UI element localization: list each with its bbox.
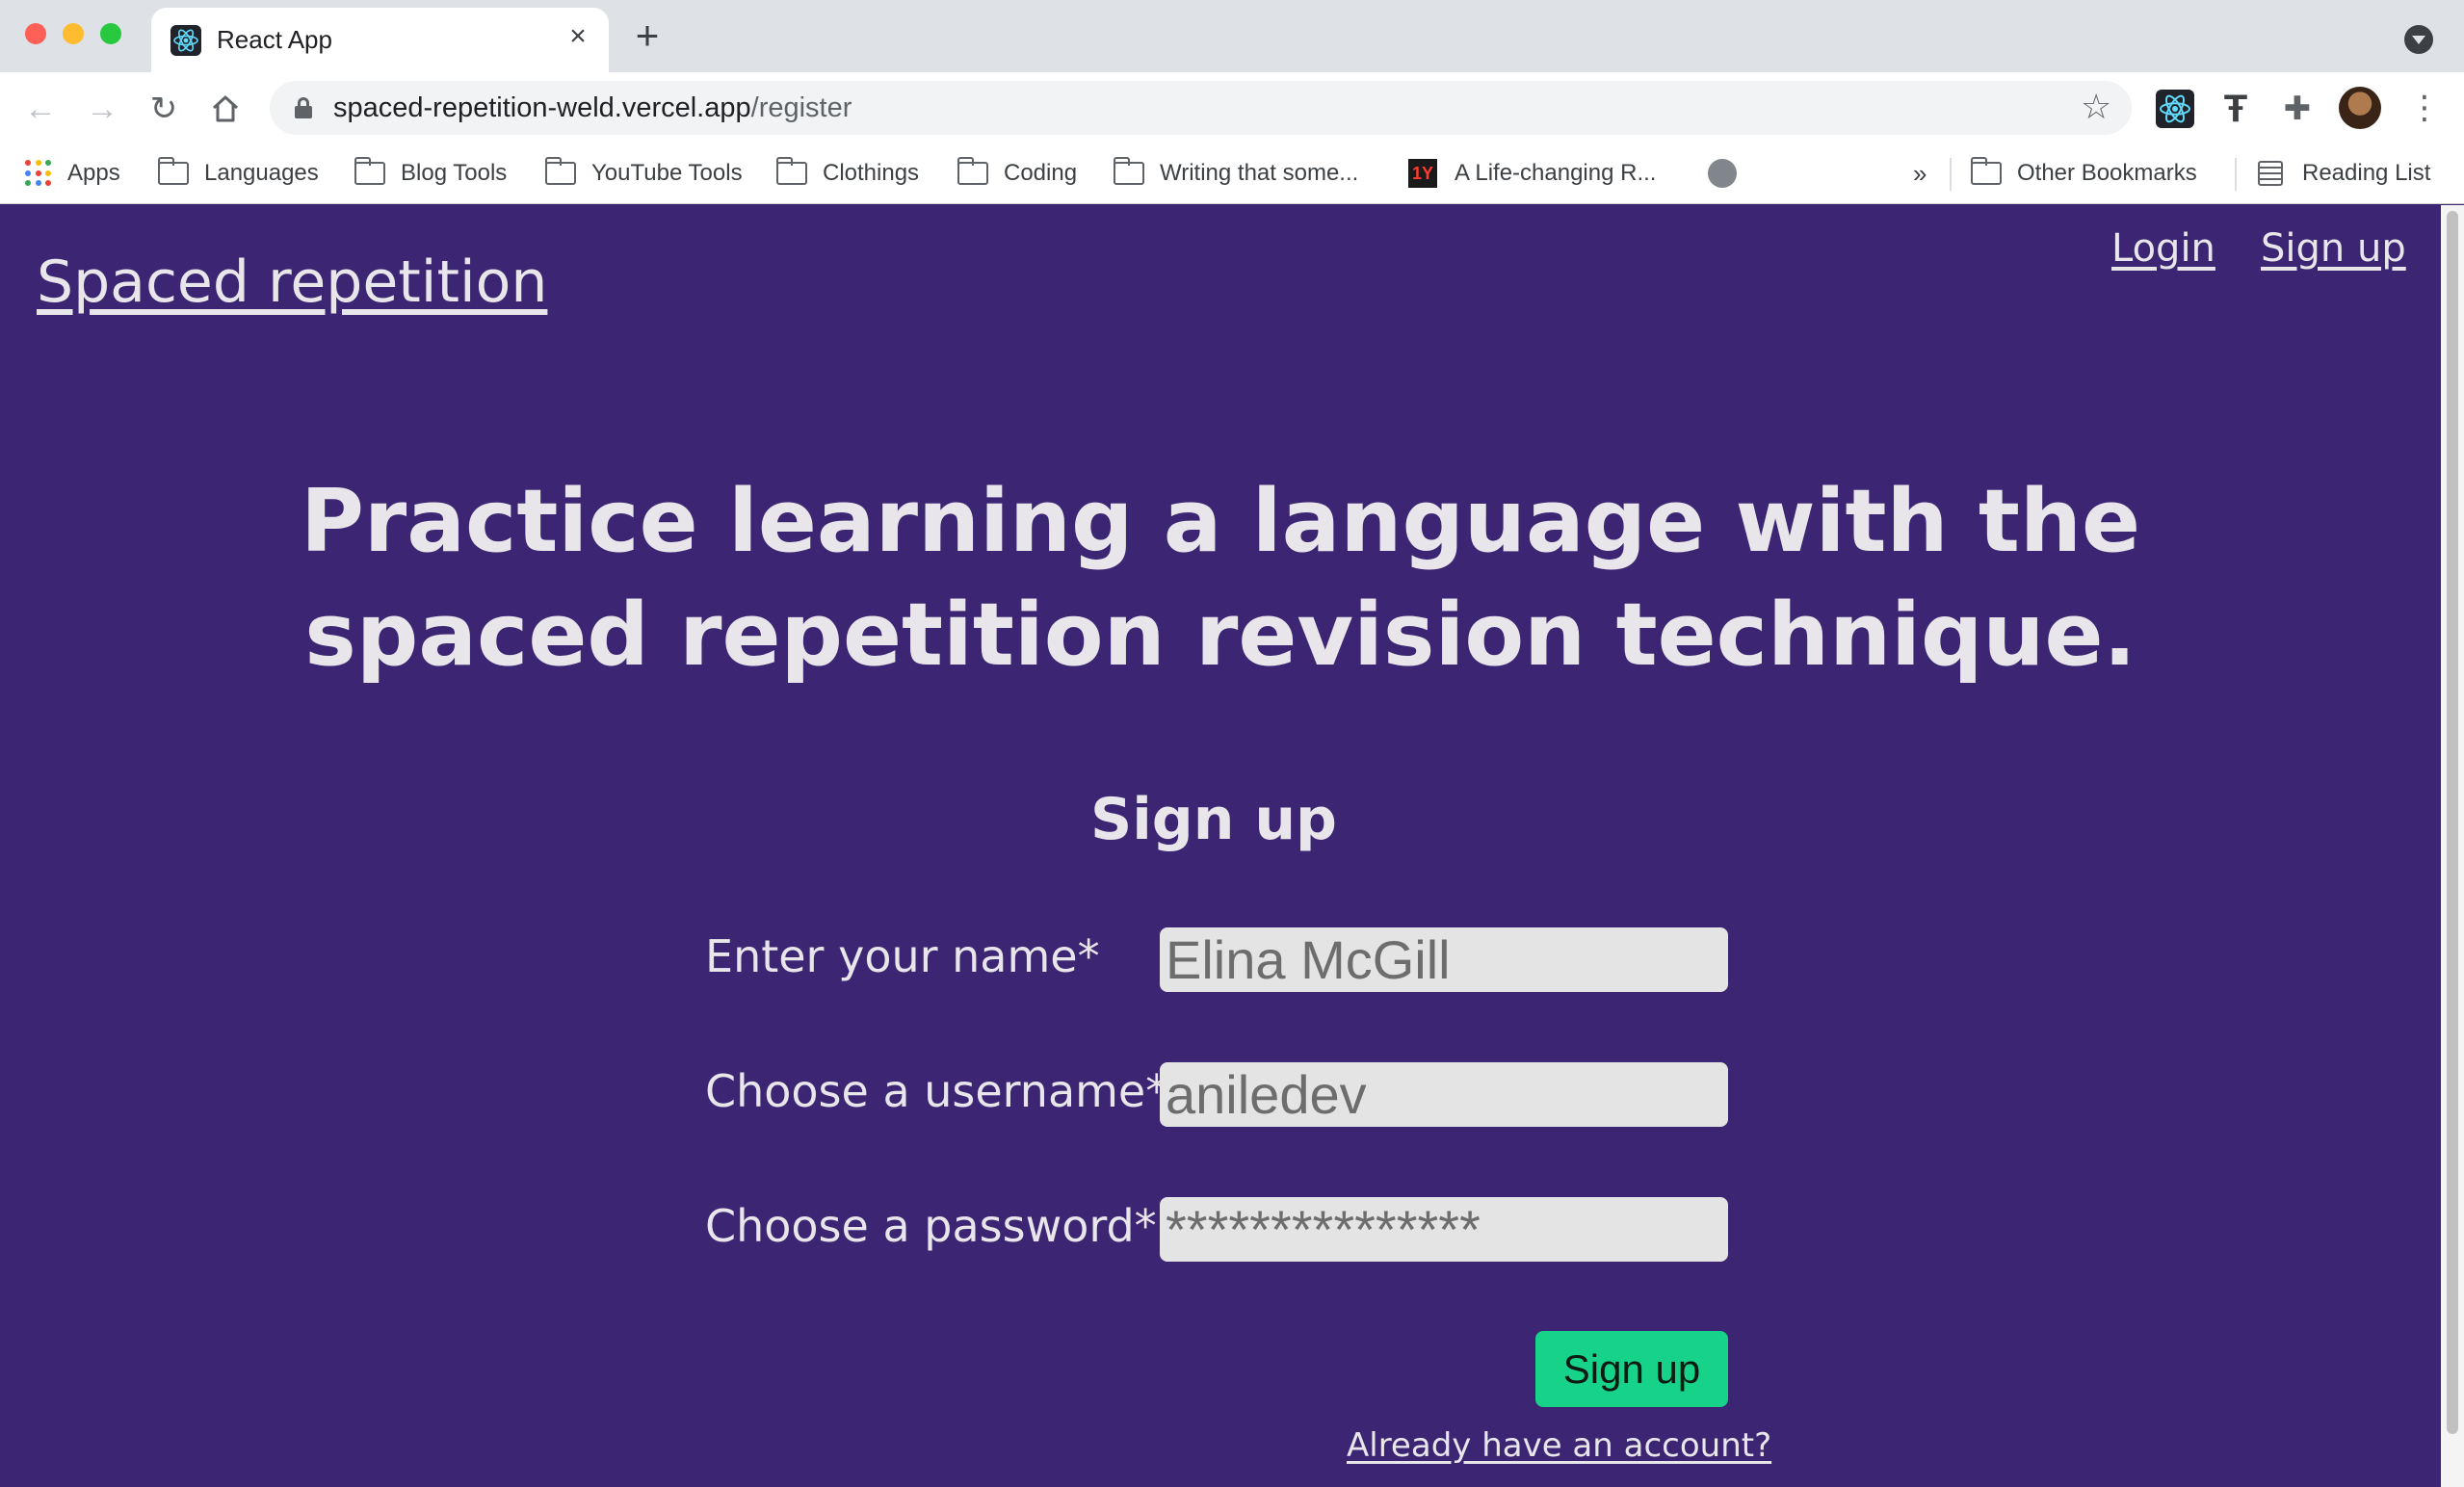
bookmarks-divider bbox=[2235, 158, 2237, 191]
profile-avatar[interactable] bbox=[2339, 87, 2381, 129]
folder-icon bbox=[1114, 157, 1144, 185]
bookmark-folder-writing[interactable]: Writing that some... bbox=[1114, 156, 1358, 191]
page-scrollbar[interactable] bbox=[2441, 205, 2464, 1487]
reading-list-icon bbox=[2258, 161, 2283, 186]
apps-grid-icon bbox=[25, 160, 52, 187]
site-title-link[interactable]: Spaced repetition bbox=[37, 248, 547, 316]
browser-tab[interactable]: React App × bbox=[151, 8, 609, 72]
bookmark-star-icon[interactable]: ☆ bbox=[2081, 87, 2111, 127]
password-label: Choose a password* bbox=[705, 1200, 1157, 1252]
password-input[interactable]: *************** bbox=[1160, 1197, 1728, 1262]
signup-nav-link[interactable]: Sign up bbox=[2261, 226, 2406, 271]
globe-icon bbox=[1708, 159, 1737, 188]
react-devtools-extension-icon[interactable] bbox=[2156, 90, 2194, 128]
folder-icon bbox=[545, 157, 576, 185]
browser-toolbar: ← → ↻ spaced-repetition-weld.vercel.app/… bbox=[0, 72, 2464, 144]
close-window-button[interactable] bbox=[25, 23, 46, 44]
bookmark-label: A Life-changing R... bbox=[1455, 160, 1657, 186]
new-tab-button[interactable]: + bbox=[628, 15, 667, 56]
bookmark-globe[interactable] bbox=[1708, 156, 1737, 191]
already-have-account-link[interactable]: Already have an account? bbox=[1347, 1426, 1771, 1465]
url-host: spaced-repetition-weld.vercel.app bbox=[333, 92, 751, 123]
username-label: Choose a username* bbox=[705, 1065, 1168, 1117]
url-text[interactable]: spaced-repetition-weld.vercel.app/regist… bbox=[333, 92, 852, 124]
bookmark-apps[interactable]: Apps bbox=[25, 156, 120, 191]
react-icon bbox=[170, 25, 201, 56]
bookmark-folder-blog-tools[interactable]: Blog Tools bbox=[354, 156, 507, 191]
text-extension-icon[interactable]: Ŧ bbox=[2216, 90, 2255, 128]
scrollbar-thumb[interactable] bbox=[2447, 211, 2458, 1434]
name-input[interactable]: Elina McGill bbox=[1160, 927, 1728, 992]
lock-icon[interactable] bbox=[295, 97, 312, 118]
bookmark-life-changing[interactable]: 1Y A Life-changing R... bbox=[1408, 156, 1656, 191]
bookmark-other-bookmarks[interactable]: Other Bookmarks bbox=[1971, 156, 2197, 191]
folder-icon bbox=[354, 157, 385, 185]
bookmark-label: Other Bookmarks bbox=[2017, 160, 2197, 186]
maximize-window-button[interactable] bbox=[100, 23, 121, 44]
forward-arrow-icon[interactable]: → bbox=[81, 88, 123, 130]
tab-search-icon[interactable] bbox=[2404, 25, 2433, 54]
bookmark-label: Clothings bbox=[823, 160, 920, 186]
page-content: Spaced repetition Login Sign up Practice… bbox=[0, 205, 2441, 1487]
bookmark-folder-youtube-tools[interactable]: YouTube Tools bbox=[545, 156, 743, 191]
folder-icon bbox=[158, 157, 189, 185]
back-arrow-icon[interactable]: ← bbox=[19, 88, 62, 130]
bookmark-label: Writing that some... bbox=[1160, 160, 1359, 186]
reload-icon[interactable]: ↻ bbox=[143, 88, 185, 130]
bookmark-label: Blog Tools bbox=[401, 160, 508, 186]
browser-tab-strip: React App × + bbox=[0, 0, 2464, 72]
folder-icon bbox=[776, 157, 807, 185]
folder-icon bbox=[957, 157, 988, 185]
bookmark-label: YouTube Tools bbox=[591, 160, 743, 186]
home-icon[interactable] bbox=[204, 88, 247, 130]
bookmarks-overflow-button[interactable]: » bbox=[1913, 156, 1927, 191]
username-input[interactable]: aniledev bbox=[1160, 1062, 1728, 1127]
bookmark-folder-clothings[interactable]: Clothings bbox=[776, 156, 919, 191]
minimize-window-button[interactable] bbox=[63, 23, 84, 44]
chevron-double-right-icon: » bbox=[1913, 158, 1927, 188]
1y-icon: 1Y bbox=[1408, 159, 1437, 188]
reading-list-label: Reading List bbox=[2302, 160, 2431, 186]
bookmark-folder-coding[interactable]: Coding bbox=[957, 156, 1077, 191]
bookmark-label: Apps bbox=[67, 160, 120, 186]
bookmarks-bar: Apps Languages Blog Tools YouTube Tools … bbox=[0, 144, 2464, 204]
reading-list-button[interactable]: Reading List bbox=[2258, 156, 2430, 191]
signup-form-title: Sign up bbox=[1090, 786, 1337, 853]
folder-icon bbox=[1971, 157, 2002, 185]
url-path: /register bbox=[750, 92, 852, 123]
login-link[interactable]: Login bbox=[2111, 226, 2215, 271]
more-menu-icon[interactable]: ⋮ bbox=[2408, 89, 2441, 127]
tab-title: React App bbox=[217, 25, 332, 54]
bookmark-folder-languages[interactable]: Languages bbox=[158, 156, 319, 191]
bookmarks-divider bbox=[1950, 158, 1952, 191]
bookmark-label: Coding bbox=[1004, 160, 1078, 186]
name-label: Enter your name* bbox=[705, 930, 1100, 982]
hero-headline: Practice learning a language with the sp… bbox=[300, 471, 2141, 686]
close-tab-icon[interactable]: × bbox=[561, 19, 595, 54]
extensions-puzzle-icon[interactable]: ✚ bbox=[2278, 90, 2317, 128]
address-bar[interactable]: spaced-repetition-weld.vercel.app/regist… bbox=[270, 81, 2132, 135]
bookmark-label: Languages bbox=[204, 160, 319, 186]
signup-submit-button[interactable]: Sign up bbox=[1535, 1331, 1728, 1407]
